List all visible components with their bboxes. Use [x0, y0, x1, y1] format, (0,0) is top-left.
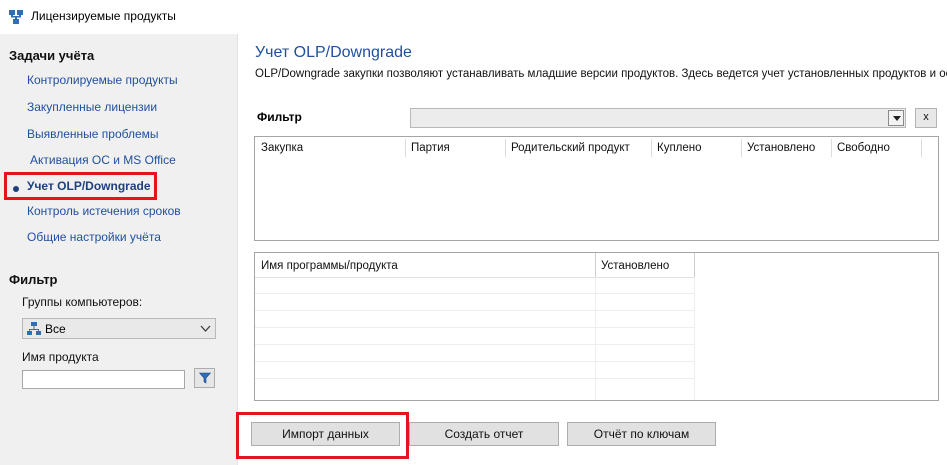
tasks-section-title: Задачи учёта: [9, 48, 95, 63]
sidebar: [0, 34, 238, 465]
column-header-program-name[interactable]: Имя программы/продукта: [255, 255, 593, 277]
window-title: Лицензируемые продукты: [31, 9, 176, 23]
funnel-icon: [199, 372, 211, 384]
highlight-frame-olp: [4, 172, 157, 200]
sidebar-item-expiration-control[interactable]: Контроль истечения сроков: [27, 204, 181, 218]
sidebar-item-detected-problems[interactable]: Выявленные проблемы: [27, 127, 159, 141]
page-title: Учет OLP/Downgrade: [255, 44, 412, 61]
apply-filter-button[interactable]: [194, 368, 215, 388]
column-header-parent-product[interactable]: Родительский продукт: [505, 137, 650, 159]
title-bar: Лицензируемые продукты: [0, 0, 947, 34]
column-header-program-installed[interactable]: Установлено: [595, 255, 693, 277]
main-filter-label: Фильтр: [257, 110, 302, 124]
sidebar-item-general-settings[interactable]: Общие настройки учёта: [27, 230, 161, 244]
dropdown-arrow-icon[interactable]: [888, 110, 904, 126]
programs-table[interactable]: Имя программы/продукта Установлено: [254, 252, 939, 401]
groups-select-value: Все: [45, 322, 66, 336]
column-header-batch[interactable]: Партия: [405, 137, 505, 159]
groups-label: Группы компьютеров:: [22, 295, 143, 309]
column-header-installed[interactable]: Установлено: [741, 137, 831, 159]
sidebar-item-purchased-licenses[interactable]: Закупленные лицензии: [27, 100, 157, 114]
computer-group-icon: [27, 322, 41, 335]
chevron-down-icon: [200, 325, 211, 332]
sidebar-item-controlled-products[interactable]: Контролируемые продукты: [27, 73, 178, 87]
network-app-icon: [9, 10, 23, 24]
create-report-button[interactable]: Создать отчет: [409, 422, 559, 446]
groups-select[interactable]: Все: [22, 318, 216, 339]
keys-report-button[interactable]: Отчёт по ключам: [567, 422, 716, 446]
product-name-input[interactable]: [22, 370, 185, 389]
purchases-table[interactable]: Закупка Партия Родительский продукт Купл…: [254, 136, 939, 241]
column-header-purchase[interactable]: Закупка: [255, 137, 405, 159]
highlight-frame-import: [236, 412, 409, 459]
column-header-purchased[interactable]: Куплено: [651, 137, 741, 159]
filter-section-title: Фильтр: [9, 272, 58, 287]
page-description: OLP/Downgrade закупки позволяют устанавл…: [255, 68, 947, 80]
column-header-free[interactable]: Свободно: [831, 137, 921, 159]
main-filter-select[interactable]: [410, 108, 906, 128]
clear-filter-button[interactable]: x: [915, 108, 937, 128]
product-name-label: Имя продукта: [22, 350, 99, 364]
sidebar-item-os-office-activation[interactable]: Активация ОС и MS Office: [30, 153, 176, 167]
